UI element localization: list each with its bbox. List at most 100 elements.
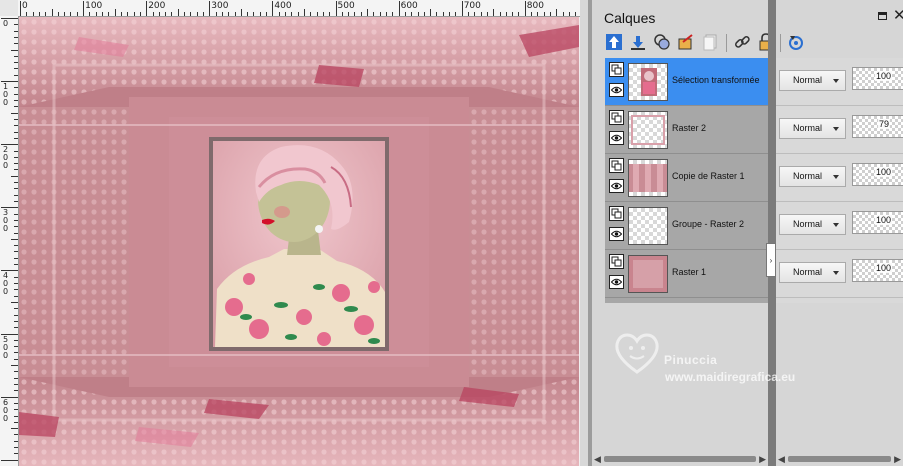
new-raster-layer-icon[interactable] bbox=[604, 32, 624, 52]
ruler-tick bbox=[14, 137, 18, 139]
layer-properties: Normal 100 Normal 79 Normal 100 Normal 100 Norma… bbox=[776, 58, 903, 303]
ruler-tick bbox=[171, 12, 173, 16]
ruler-tick bbox=[272, 1, 274, 16]
layer-name[interactable]: Copie de Raster 1 bbox=[672, 171, 745, 181]
layer-row[interactable]: Raster 2 bbox=[605, 106, 768, 154]
ruler-tick bbox=[373, 12, 375, 16]
layer-group-icon[interactable] bbox=[609, 62, 624, 77]
layer-group-icon[interactable] bbox=[609, 206, 624, 221]
blend-mode-dropdown[interactable]: Normal bbox=[779, 70, 846, 91]
ruler-tick bbox=[385, 12, 387, 16]
ruler-label: 300 bbox=[211, 1, 229, 11]
ruler-label: 200 bbox=[148, 1, 166, 11]
opacity-slider[interactable]: 100 bbox=[852, 259, 903, 282]
layer-name[interactable]: Groupe - Raster 2 bbox=[672, 219, 744, 229]
close-icon[interactable]: ✕ bbox=[893, 6, 903, 24]
ruler-tick bbox=[14, 346, 18, 348]
ruler-tick bbox=[14, 100, 18, 102]
ruler-tick bbox=[360, 12, 362, 16]
blend-mode-dropdown[interactable]: Normal bbox=[779, 166, 846, 187]
ruler-tick bbox=[70, 12, 72, 16]
layer-list-horizontal-scrollbar[interactable]: ◀ ▶ bbox=[594, 454, 766, 464]
ruler-left: 0 1 0 0 2 0 0 3 0 0 4 0 0 5 0 0 6 0 0 bbox=[0, 16, 19, 466]
new-vector-layer-icon[interactable] bbox=[628, 32, 648, 52]
layer-group-icon[interactable] bbox=[609, 158, 624, 173]
maximize-icon[interactable] bbox=[878, 12, 887, 20]
ruler-tick bbox=[411, 12, 413, 16]
ruler-tick bbox=[329, 12, 331, 16]
duplicate-layer-icon[interactable] bbox=[700, 32, 720, 52]
scroll-right-icon[interactable]: ▶ bbox=[894, 454, 901, 464]
layer-row[interactable]: Copie de Raster 1 bbox=[605, 154, 768, 202]
ruler-tick bbox=[285, 12, 287, 16]
ruler-tick bbox=[11, 428, 18, 430]
ruler-tick bbox=[158, 12, 160, 16]
ruler-tick bbox=[322, 12, 324, 16]
layer-row[interactable]: Sélection transformée bbox=[605, 58, 768, 106]
splitter-handle[interactable]: › bbox=[766, 243, 776, 277]
layer-thumbnail[interactable] bbox=[628, 159, 668, 197]
opacity-slider[interactable]: 100 bbox=[852, 163, 903, 186]
link-layer-icon[interactable] bbox=[732, 32, 752, 52]
visibility-eye-icon[interactable] bbox=[609, 275, 624, 289]
layer-group-icon[interactable] bbox=[609, 110, 624, 125]
ruler-tick bbox=[11, 49, 18, 51]
layer-thumbnail[interactable] bbox=[628, 63, 668, 101]
scroll-thumb[interactable] bbox=[788, 456, 891, 462]
scroll-thumb[interactable] bbox=[604, 456, 756, 462]
visibility-eye-icon[interactable] bbox=[609, 131, 624, 145]
scroll-right-icon[interactable]: ▶ bbox=[759, 454, 766, 464]
ruler-tick bbox=[531, 12, 533, 16]
ruler-tick bbox=[436, 12, 438, 16]
panel-divider[interactable] bbox=[588, 0, 592, 466]
ruler-tick bbox=[499, 12, 501, 16]
opacity-slider[interactable]: 79 bbox=[852, 115, 903, 138]
visibility-eye-icon[interactable] bbox=[609, 179, 624, 193]
properties-horizontal-scrollbar[interactable]: ◀ ▶ bbox=[778, 454, 901, 464]
ruler-tick bbox=[120, 12, 122, 16]
opacity-slider[interactable]: 100 bbox=[852, 211, 903, 234]
ruler-tick bbox=[202, 12, 204, 16]
layer-name[interactable]: Sélection transformée bbox=[672, 75, 760, 85]
ruler-tick bbox=[146, 1, 148, 16]
ruler-tick bbox=[14, 314, 18, 316]
canvas-vertical-scrollbar[interactable] bbox=[580, 0, 588, 466]
layer-group-icon[interactable] bbox=[609, 254, 624, 269]
ruler-label: 4 0 0 bbox=[2, 271, 9, 297]
image-canvas[interactable] bbox=[19, 17, 579, 466]
scroll-left-icon[interactable]: ◀ bbox=[778, 454, 785, 464]
ruler-tick bbox=[14, 371, 18, 373]
panel-splitter[interactable] bbox=[768, 0, 776, 466]
ruler-tick bbox=[133, 12, 135, 16]
opacity-slider[interactable]: 100 bbox=[852, 67, 903, 90]
rotate-properties-icon[interactable] bbox=[786, 32, 806, 52]
ruler-tick bbox=[14, 213, 18, 215]
canvas-artwork bbox=[19, 17, 579, 466]
adjustment-layer-icon[interactable] bbox=[676, 32, 696, 52]
layer-row[interactable]: Groupe - Raster 2 bbox=[605, 202, 768, 250]
layer-row[interactable]: Raster 1 bbox=[605, 250, 768, 298]
visibility-eye-icon[interactable] bbox=[609, 227, 624, 241]
ruler-tick bbox=[461, 1, 463, 16]
layer-name[interactable]: Raster 2 bbox=[672, 123, 706, 133]
blend-mode-dropdown[interactable]: Normal bbox=[779, 262, 846, 283]
ruler-tick bbox=[468, 12, 469, 16]
visibility-eye-icon[interactable] bbox=[609, 83, 624, 97]
new-mask-layer-icon[interactable] bbox=[652, 32, 672, 52]
ruler-tick bbox=[556, 9, 558, 16]
blend-mode-dropdown[interactable]: Normal bbox=[779, 118, 846, 139]
ruler-tick bbox=[114, 9, 116, 16]
watermark-name: Pinuccia bbox=[664, 353, 718, 367]
layer-thumbnail[interactable] bbox=[628, 255, 668, 293]
ruler-tick bbox=[14, 447, 18, 449]
layer-properties-row: Normal 100 bbox=[776, 58, 903, 106]
layer-name[interactable]: Raster 1 bbox=[672, 267, 706, 277]
ruler-tick bbox=[57, 12, 59, 16]
scroll-left-icon[interactable]: ◀ bbox=[594, 454, 601, 464]
ruler-tick bbox=[253, 12, 255, 16]
layer-thumbnail[interactable] bbox=[628, 207, 668, 245]
blend-mode-dropdown[interactable]: Normal bbox=[779, 214, 846, 235]
ruler-tick bbox=[108, 12, 110, 16]
layer-thumbnail[interactable] bbox=[628, 111, 668, 149]
ruler-tick bbox=[14, 358, 18, 360]
